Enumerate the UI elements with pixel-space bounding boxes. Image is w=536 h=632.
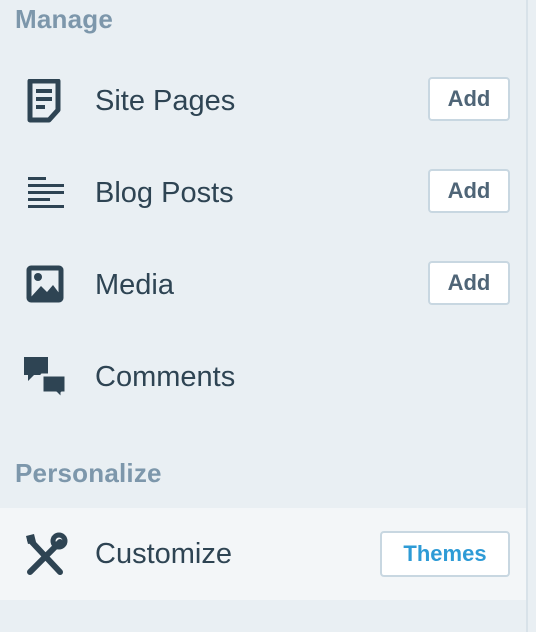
sidebar-item-label: Comments xyxy=(95,361,236,393)
tools-icon xyxy=(22,532,68,578)
posts-icon xyxy=(22,171,68,217)
sidebar-item-blog-posts[interactable]: Blog Posts Add xyxy=(0,147,526,239)
page-icon xyxy=(22,79,68,125)
add-site-page-button[interactable]: Add xyxy=(428,77,510,121)
sidebar-item-media[interactable]: Media Add xyxy=(0,239,526,331)
themes-button[interactable]: Themes xyxy=(380,531,510,577)
add-media-button[interactable]: Add xyxy=(428,261,510,305)
sidebar-item-site-pages[interactable]: Site Pages Add xyxy=(0,55,526,147)
section-heading-personalize: Personalize xyxy=(15,458,162,488)
sidebar-item-customize[interactable]: Customize Themes xyxy=(0,508,526,600)
comments-icon xyxy=(22,355,68,401)
sidebar-item-comments[interactable]: Comments xyxy=(0,331,526,423)
sidebar-item-label: Blog Posts xyxy=(95,177,234,209)
sidebar-item-label: Site Pages xyxy=(95,85,236,117)
section-heading-manage: Manage xyxy=(15,4,114,34)
sidebar: Manage Site Pages Add Blog Posts Add Med… xyxy=(0,0,528,632)
image-icon xyxy=(22,263,68,309)
sidebar-item-label: Media xyxy=(95,269,174,301)
sidebar-item-label: Customize xyxy=(95,538,232,570)
add-blog-post-button[interactable]: Add xyxy=(428,169,510,213)
